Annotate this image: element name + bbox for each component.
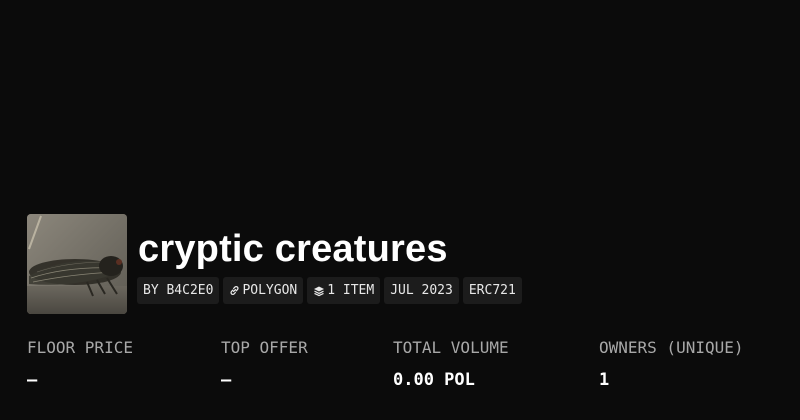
top-offer-label: TOP OFFER <box>221 338 308 357</box>
collection-avatar <box>27 214 127 314</box>
total-volume-stat: TOTAL VOLUME 0.00 POL <box>393 338 509 391</box>
total-volume-label: TOTAL VOLUME <box>393 338 509 357</box>
items-tag[interactable]: 1 ITEM <box>307 277 381 304</box>
owners-label: OWNERS (UNIQUE) <box>599 338 744 357</box>
top-offer-value: — <box>221 370 232 390</box>
floor-price-stat: FLOOR PRICE — <box>27 338 133 391</box>
standard-tag: ERC721 <box>462 277 522 304</box>
owners-stat: OWNERS (UNIQUE) 1 <box>599 338 744 391</box>
collection-title: cryptic creatures <box>138 228 448 270</box>
date-tag: JUL 2023 <box>384 277 459 304</box>
floor-price-value: — <box>27 370 38 390</box>
chain-tag[interactable]: POLYGON <box>223 277 304 304</box>
collection-stats: FLOOR PRICE — TOP OFFER — TOTAL VOLUME 0… <box>27 338 800 398</box>
top-offer-stat: TOP OFFER — <box>221 338 308 391</box>
creator-label: BY B4C2E0 <box>143 283 214 298</box>
standard-label: ERC721 <box>468 283 516 298</box>
total-volume-value: 0.00 POL <box>393 370 475 390</box>
chain-label: POLYGON <box>242 283 298 298</box>
date-label: JUL 2023 <box>390 283 453 298</box>
link-icon <box>229 285 240 296</box>
floor-price-label: FLOOR PRICE <box>27 338 133 357</box>
items-label: 1 ITEM <box>327 283 375 298</box>
collection-tags: BY B4C2E0 POLYGON 1 ITEM JUL 2023 ERC721 <box>137 277 522 304</box>
owners-value: 1 <box>599 370 610 390</box>
cicada-image <box>27 214 127 314</box>
layers-icon <box>313 285 325 297</box>
creator-tag[interactable]: BY B4C2E0 <box>137 277 220 304</box>
